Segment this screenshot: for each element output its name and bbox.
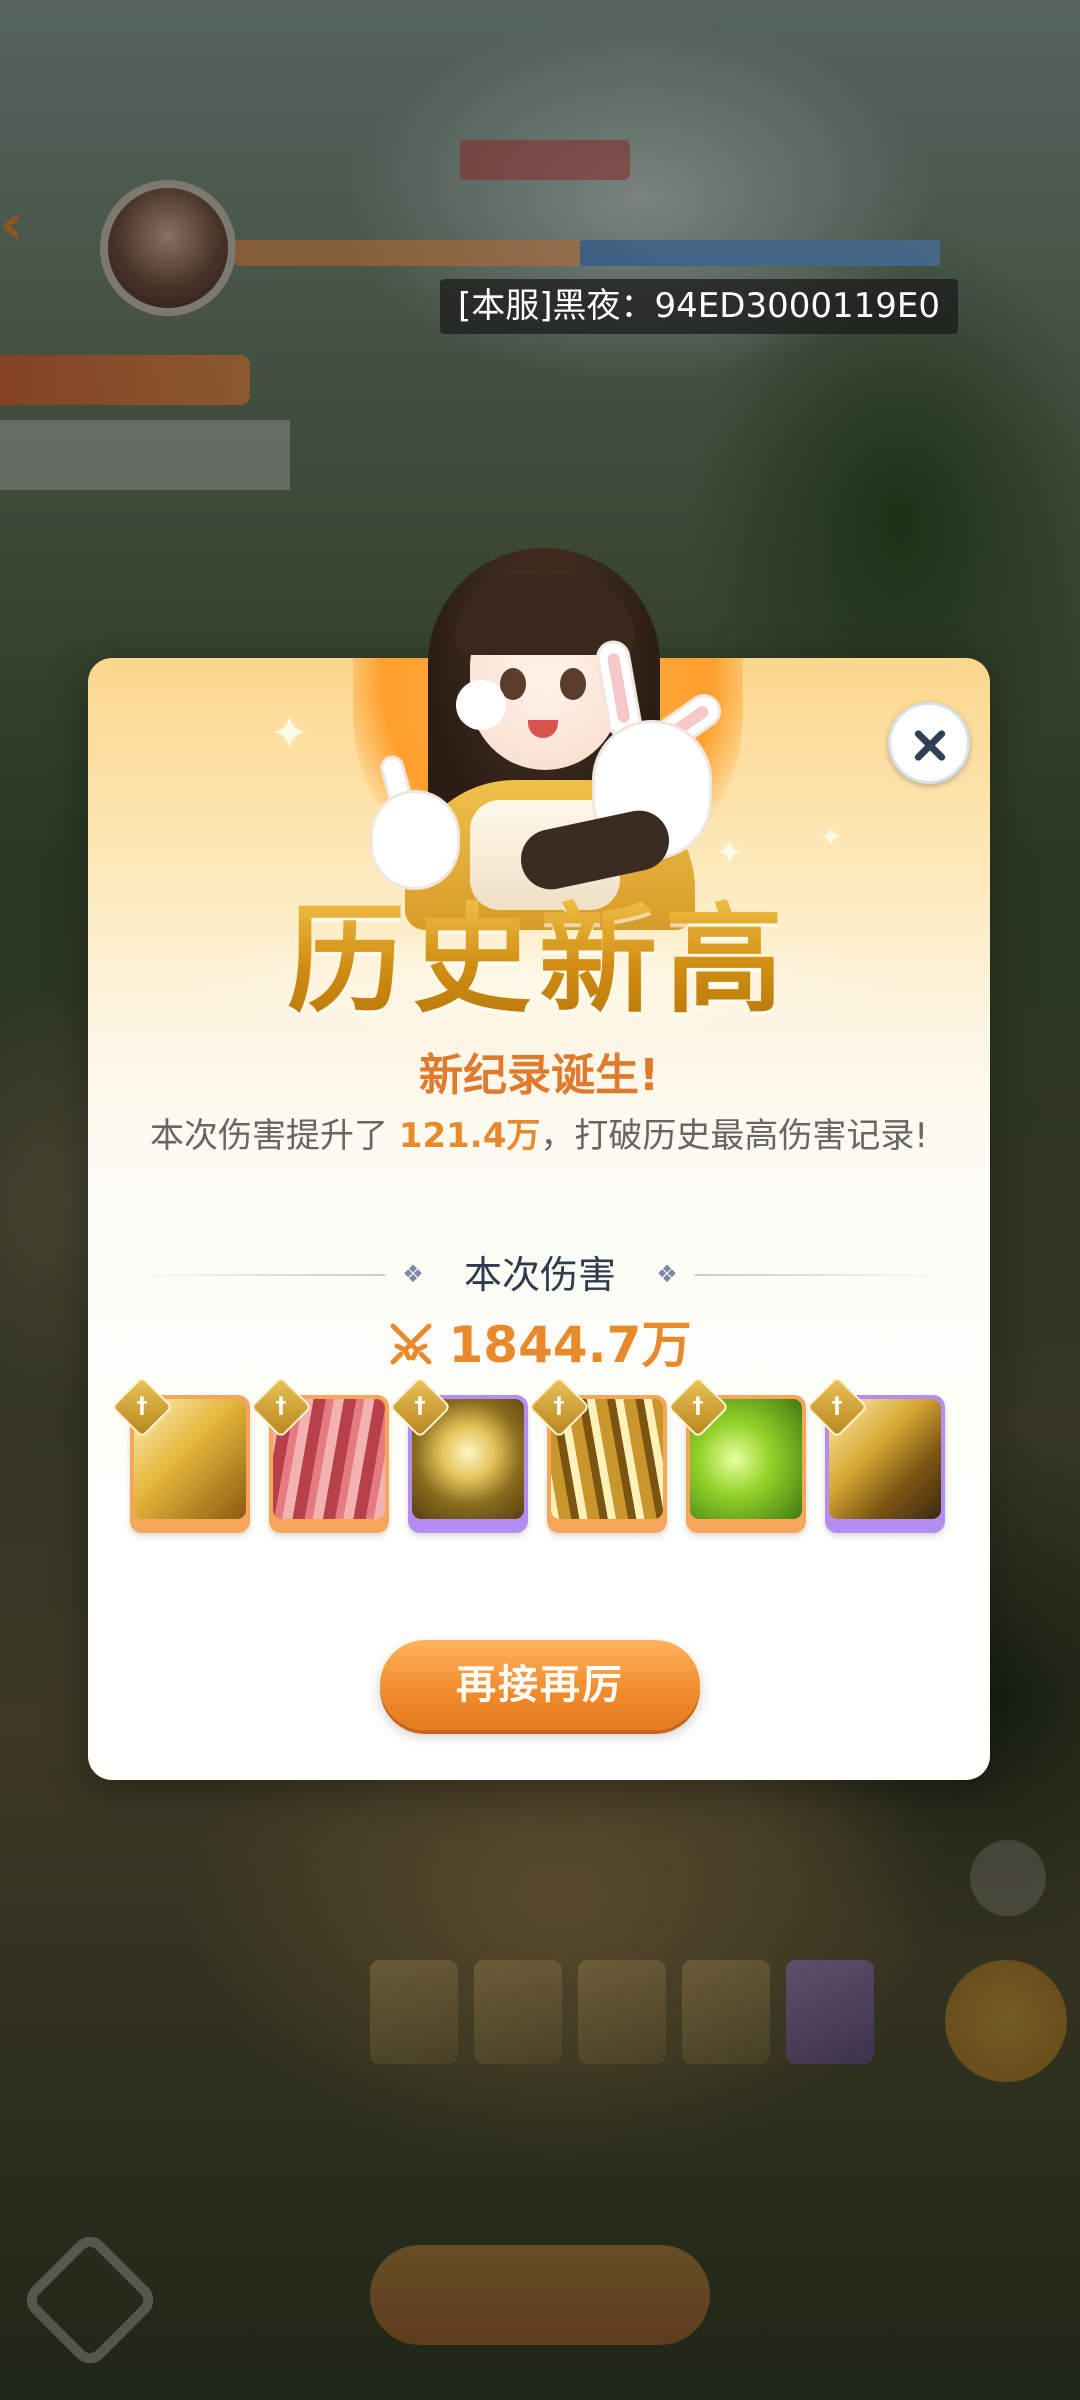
damage-increase-value: 121.4万 — [398, 1116, 541, 1156]
record-subtitle: 新纪录诞生! — [418, 1050, 660, 1101]
server-tag: [本服]黑夜：94ED3000119E0 — [440, 279, 958, 334]
section-title-text: 本次伤害 — [464, 1253, 617, 1297]
diamond-icon: ❖ — [656, 1260, 678, 1288]
hair-puff — [456, 680, 506, 730]
skill-card[interactable]: † — [110, 1375, 250, 1533]
record-description: 本次伤害提升了 121.4万，打破历史最高伤害记录! — [88, 1110, 990, 1162]
sparkle-icon: ✦ — [715, 833, 744, 873]
skill-card[interactable]: † — [666, 1375, 806, 1533]
sparkle-icon: ✦ — [820, 823, 842, 853]
skill-list: † † † † † † — [110, 1375, 950, 1535]
retry-button[interactable]: 再接再厉 — [380, 1640, 700, 1730]
crossed-swords-icon — [390, 1323, 432, 1365]
skill-card[interactable]: † — [527, 1375, 667, 1533]
damage-value: 1844.7万 — [448, 1316, 692, 1374]
divider-line-right — [695, 1274, 950, 1276]
small-bunny — [370, 790, 460, 890]
headline-title: 历史新高 — [88, 890, 990, 1030]
diamond-icon: ❖ — [402, 1260, 424, 1288]
desc-suffix: ，打破历史最高伤害记录! — [540, 1116, 928, 1156]
skill-card[interactable]: † — [805, 1375, 945, 1533]
section-divider: ❖ 本次伤害 ❖ — [130, 1250, 950, 1300]
sparkle-icon: ✦ — [270, 706, 309, 760]
close-button[interactable] — [888, 702, 970, 784]
skill-card[interactable]: † — [388, 1375, 528, 1533]
skill-card[interactable]: † — [249, 1375, 389, 1533]
desc-prefix: 本次伤害提升了 — [150, 1116, 399, 1156]
character-eye — [560, 668, 586, 700]
divider-line-left — [130, 1274, 385, 1276]
damage-total-row: 1844.7万 — [88, 1310, 990, 1380]
